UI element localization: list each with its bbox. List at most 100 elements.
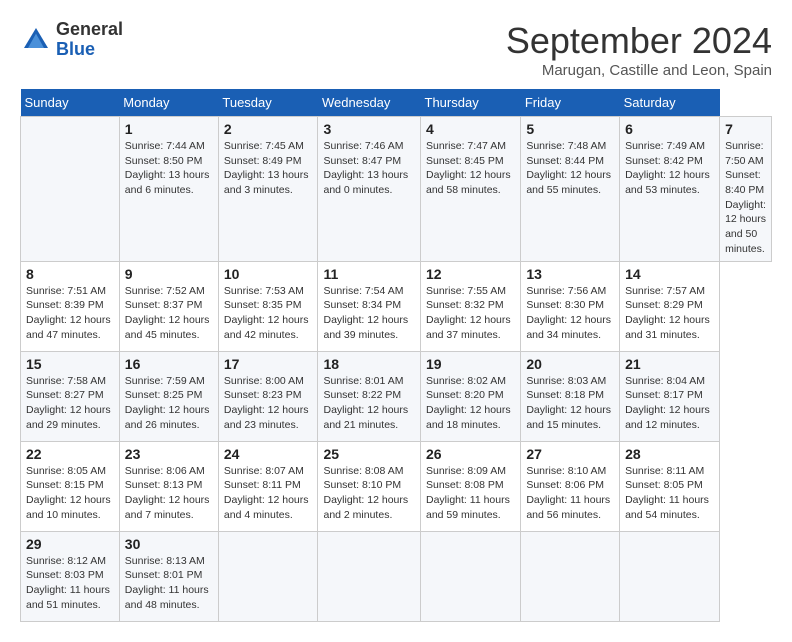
day-info: Sunrise: 8:06 AM Sunset: 8:13 PM Dayligh… bbox=[125, 465, 210, 521]
empty-cell bbox=[21, 117, 120, 262]
empty-cell bbox=[318, 531, 421, 621]
day-cell-29: 29Sunrise: 8:12 AM Sunset: 8:03 PM Dayli… bbox=[21, 531, 120, 621]
day-cell-28: 28Sunrise: 8:11 AM Sunset: 8:05 PM Dayli… bbox=[620, 441, 720, 531]
day-cell-26: 26Sunrise: 8:09 AM Sunset: 8:08 PM Dayli… bbox=[421, 441, 521, 531]
col-header-thursday: Thursday bbox=[421, 89, 521, 117]
day-number: 19 bbox=[426, 356, 515, 372]
day-number: 4 bbox=[426, 121, 515, 137]
day-number: 8 bbox=[26, 266, 114, 282]
day-info: Sunrise: 8:07 AM Sunset: 8:11 PM Dayligh… bbox=[224, 465, 309, 521]
day-info: Sunrise: 7:58 AM Sunset: 8:27 PM Dayligh… bbox=[26, 375, 111, 431]
day-cell-24: 24 Sunrise: 8:07 AM Sunset: 8:11 PM Dayli… bbox=[218, 441, 318, 531]
day-number: 24 bbox=[224, 446, 313, 462]
location: Marugan, Castille and Leon, Spain bbox=[506, 62, 772, 79]
day-info: Sunrise: 7:53 AM Sunset: 8:35 PM Dayligh… bbox=[224, 285, 309, 341]
day-info: Sunrise: 7:44 AM Sunset: 8:50 PM Dayligh… bbox=[125, 140, 210, 196]
day-info: Sunrise: 8:10 AM Sunset: 8:06 PM Dayligh… bbox=[526, 465, 610, 521]
day-info: Sunrise: 7:57 AM Sunset: 8:29 PM Dayligh… bbox=[625, 285, 710, 341]
logo-general: General bbox=[56, 19, 123, 39]
day-cell-10: 10 Sunrise: 7:53 AM Sunset: 8:35 PM Dayli… bbox=[218, 261, 318, 351]
day-info: Sunrise: 7:46 AM Sunset: 8:47 PM Dayligh… bbox=[323, 140, 408, 196]
col-header-tuesday: Tuesday bbox=[218, 89, 318, 117]
day-cell-1: 1 Sunrise: 7:44 AM Sunset: 8:50 PM Daylig… bbox=[119, 117, 218, 262]
logo: General Blue bbox=[20, 20, 123, 60]
empty-cell bbox=[521, 531, 620, 621]
day-info: Sunrise: 8:09 AM Sunset: 8:08 PM Dayligh… bbox=[426, 465, 510, 521]
day-number: 13 bbox=[526, 266, 614, 282]
empty-cell bbox=[421, 531, 521, 621]
day-cell-30: 30Sunrise: 8:13 AM Sunset: 8:01 PM Dayli… bbox=[119, 531, 218, 621]
day-info: Sunrise: 7:50 AM Sunset: 8:40 PM Dayligh… bbox=[725, 140, 769, 255]
day-info: Sunrise: 7:52 AM Sunset: 8:37 PM Dayligh… bbox=[125, 285, 210, 341]
title-block: September 2024 Marugan, Castille and Leo… bbox=[506, 20, 772, 79]
month-title: September 2024 bbox=[506, 20, 772, 62]
day-number: 29 bbox=[26, 536, 114, 552]
col-header-friday: Friday bbox=[521, 89, 620, 117]
col-header-sunday: Sunday bbox=[21, 89, 120, 117]
day-info: Sunrise: 8:02 AM Sunset: 8:20 PM Dayligh… bbox=[426, 375, 511, 431]
col-header-monday: Monday bbox=[119, 89, 218, 117]
day-cell-21: 21 Sunrise: 8:04 AM Sunset: 8:17 PM Dayli… bbox=[620, 351, 720, 441]
day-number: 12 bbox=[426, 266, 515, 282]
day-info: Sunrise: 8:11 AM Sunset: 8:05 PM Dayligh… bbox=[625, 465, 709, 521]
header-row: SundayMondayTuesdayWednesdayThursdayFrid… bbox=[21, 89, 772, 117]
day-info: Sunrise: 8:05 AM Sunset: 8:15 PM Dayligh… bbox=[26, 465, 111, 521]
day-info: Sunrise: 8:08 AM Sunset: 8:10 PM Dayligh… bbox=[323, 465, 408, 521]
week-row-3: 15 Sunrise: 7:58 AM Sunset: 8:27 PM Dayli… bbox=[21, 351, 772, 441]
day-cell-13: 13Sunrise: 7:56 AM Sunset: 8:30 PM Dayli… bbox=[521, 261, 620, 351]
day-number: 2 bbox=[224, 121, 313, 137]
week-row-1: 1 Sunrise: 7:44 AM Sunset: 8:50 PM Daylig… bbox=[21, 117, 772, 262]
day-cell-25: 25Sunrise: 8:08 AM Sunset: 8:10 PM Dayli… bbox=[318, 441, 421, 531]
logo-icon bbox=[20, 24, 52, 56]
page-header: General Blue September 2024 Marugan, Cas… bbox=[20, 20, 772, 79]
day-cell-4: 4 Sunrise: 7:47 AM Sunset: 8:45 PM Daylig… bbox=[421, 117, 521, 262]
day-cell-18: 18 Sunrise: 8:01 AM Sunset: 8:22 PM Dayli… bbox=[318, 351, 421, 441]
day-number: 9 bbox=[125, 266, 213, 282]
day-info: Sunrise: 7:55 AM Sunset: 8:32 PM Dayligh… bbox=[426, 285, 511, 341]
calendar-table: SundayMondayTuesdayWednesdayThursdayFrid… bbox=[20, 89, 772, 622]
day-number: 21 bbox=[625, 356, 714, 372]
week-row-5: 29Sunrise: 8:12 AM Sunset: 8:03 PM Dayli… bbox=[21, 531, 772, 621]
day-cell-3: 3 Sunrise: 7:46 AM Sunset: 8:47 PM Daylig… bbox=[318, 117, 421, 262]
day-number: 17 bbox=[224, 356, 313, 372]
day-number: 1 bbox=[125, 121, 213, 137]
day-cell-27: 27 Sunrise: 8:10 AM Sunset: 8:06 PM Dayli… bbox=[521, 441, 620, 531]
col-header-saturday: Saturday bbox=[620, 89, 720, 117]
day-info: Sunrise: 7:54 AM Sunset: 8:34 PM Dayligh… bbox=[323, 285, 408, 341]
day-number: 15 bbox=[26, 356, 114, 372]
week-row-2: 8 Sunrise: 7:51 AM Sunset: 8:39 PM Daylig… bbox=[21, 261, 772, 351]
day-cell-7: 7 Sunrise: 7:50 AM Sunset: 8:40 PM Daylig… bbox=[720, 117, 772, 262]
day-cell-8: 8 Sunrise: 7:51 AM Sunset: 8:39 PM Daylig… bbox=[21, 261, 120, 351]
day-number: 7 bbox=[725, 121, 766, 137]
day-number: 10 bbox=[224, 266, 313, 282]
day-number: 3 bbox=[323, 121, 415, 137]
day-cell-23: 23Sunrise: 8:06 AM Sunset: 8:13 PM Dayli… bbox=[119, 441, 218, 531]
logo-text: General Blue bbox=[56, 20, 123, 60]
day-info: Sunrise: 7:48 AM Sunset: 8:44 PM Dayligh… bbox=[526, 140, 611, 196]
day-number: 20 bbox=[526, 356, 614, 372]
day-number: 18 bbox=[323, 356, 415, 372]
day-info: Sunrise: 8:03 AM Sunset: 8:18 PM Dayligh… bbox=[526, 375, 611, 431]
day-cell-11: 11Sunrise: 7:54 AM Sunset: 8:34 PM Dayli… bbox=[318, 261, 421, 351]
day-info: Sunrise: 8:01 AM Sunset: 8:22 PM Dayligh… bbox=[323, 375, 408, 431]
day-number: 6 bbox=[625, 121, 714, 137]
day-info: Sunrise: 7:51 AM Sunset: 8:39 PM Dayligh… bbox=[26, 285, 111, 341]
col-header-wednesday: Wednesday bbox=[318, 89, 421, 117]
day-info: Sunrise: 8:04 AM Sunset: 8:17 PM Dayligh… bbox=[625, 375, 710, 431]
day-cell-2: 2Sunrise: 7:45 AM Sunset: 8:49 PM Daylig… bbox=[218, 117, 318, 262]
day-info: Sunrise: 7:59 AM Sunset: 8:25 PM Dayligh… bbox=[125, 375, 210, 431]
day-info: Sunrise: 7:47 AM Sunset: 8:45 PM Dayligh… bbox=[426, 140, 511, 196]
day-number: 27 bbox=[526, 446, 614, 462]
day-cell-16: 16 Sunrise: 7:59 AM Sunset: 8:25 PM Dayli… bbox=[119, 351, 218, 441]
day-info: Sunrise: 7:49 AM Sunset: 8:42 PM Dayligh… bbox=[625, 140, 710, 196]
day-cell-5: 5 Sunrise: 7:48 AM Sunset: 8:44 PM Daylig… bbox=[521, 117, 620, 262]
day-cell-22: 22Sunrise: 8:05 AM Sunset: 8:15 PM Dayli… bbox=[21, 441, 120, 531]
day-number: 14 bbox=[625, 266, 714, 282]
day-number: 30 bbox=[125, 536, 213, 552]
day-number: 16 bbox=[125, 356, 213, 372]
day-cell-14: 14 Sunrise: 7:57 AM Sunset: 8:29 PM Dayli… bbox=[620, 261, 720, 351]
day-cell-15: 15 Sunrise: 7:58 AM Sunset: 8:27 PM Dayli… bbox=[21, 351, 120, 441]
day-cell-20: 20 Sunrise: 8:03 AM Sunset: 8:18 PM Dayli… bbox=[521, 351, 620, 441]
day-number: 5 bbox=[526, 121, 614, 137]
empty-cell bbox=[218, 531, 318, 621]
